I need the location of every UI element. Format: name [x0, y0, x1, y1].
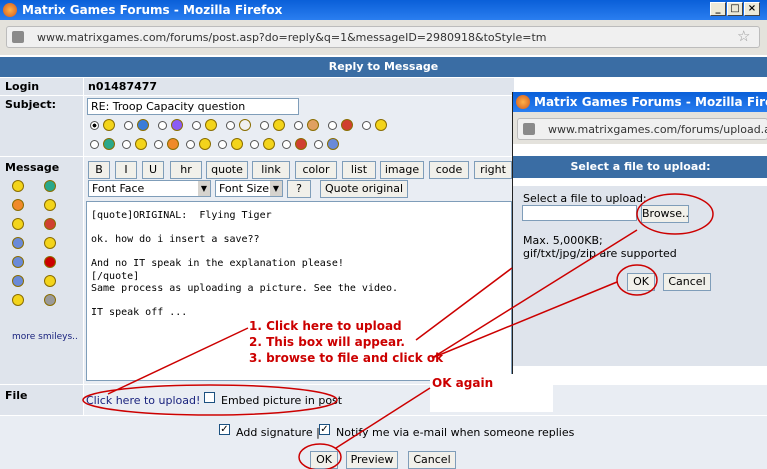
highlight-upload-link [82, 384, 338, 416]
arrow-browse [431, 229, 638, 359]
arrow-ok [431, 281, 618, 359]
arrow-upload [107, 327, 249, 395]
highlight-ok [298, 443, 342, 469]
highlight-browse [636, 193, 714, 235]
annotation-overlay [82, 193, 714, 469]
highlight-popup-ok [616, 264, 658, 296]
arrow-ok-again [335, 387, 431, 449]
arrow-box [415, 267, 513, 341]
